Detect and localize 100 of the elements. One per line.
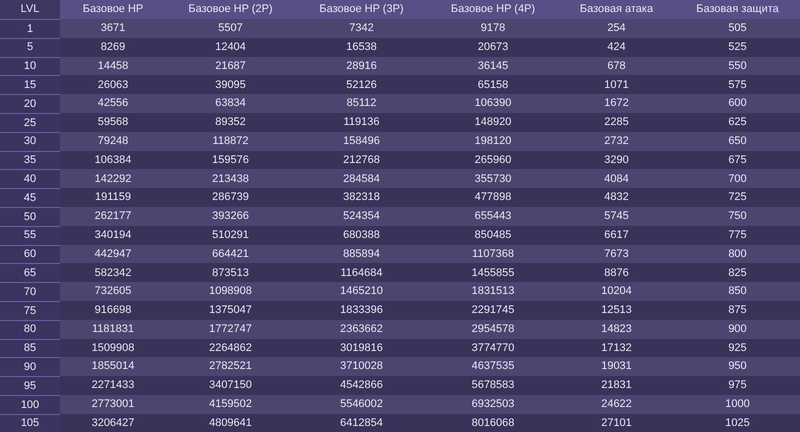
table-cell-text: 265960 bbox=[474, 152, 512, 168]
table-cell-text: 1672 bbox=[603, 96, 630, 112]
table-cell-text: 680388 bbox=[342, 228, 381, 243]
table-cell-text: 524354 bbox=[342, 209, 381, 224]
table-cell-text: 873513 bbox=[211, 266, 250, 280]
table-cell-text: 916698 bbox=[94, 303, 132, 318]
column-header: Базовая атака bbox=[578, 2, 654, 18]
table-cell-text: 17132 bbox=[600, 340, 633, 356]
table-cell: 85 bbox=[0, 338, 60, 358]
table-cell: 45 bbox=[0, 188, 60, 207]
table-cell-text: 262177 bbox=[94, 209, 132, 224]
table-cell-text: 2291745 bbox=[470, 303, 516, 318]
table-cell-text: 28916 bbox=[345, 58, 378, 74]
table-cell-text: 286739 bbox=[211, 190, 250, 206]
table-cell-text: 850 bbox=[727, 284, 748, 300]
table-cell-text: 63834 bbox=[214, 96, 247, 112]
table-cell-text: 213438 bbox=[211, 172, 250, 187]
table-cell-text: 5546002 bbox=[339, 397, 384, 412]
table-cell: 20 bbox=[0, 94, 60, 113]
column-header: Базовое HP (4P) bbox=[450, 2, 536, 18]
table-cell-text: 664421 bbox=[211, 246, 250, 262]
table-cell-text: 284584 bbox=[342, 172, 381, 187]
table-cell-text: 800 bbox=[727, 246, 748, 262]
table-cell-text: 26063 bbox=[96, 78, 130, 93]
table-cell-text: 2271433 bbox=[90, 378, 136, 394]
table-cell-text: 2782521 bbox=[208, 359, 253, 374]
table-cell-text: 106384 bbox=[94, 152, 132, 168]
table-cell-text: 5507 bbox=[217, 21, 244, 36]
table-cell-text: 6932503 bbox=[470, 397, 516, 412]
table-cell-text: 477898 bbox=[474, 190, 512, 206]
table-cell-text: 2264862 bbox=[208, 340, 253, 356]
table-cell-text: 20673 bbox=[476, 40, 510, 55]
table-cell: 5 bbox=[0, 38, 60, 57]
table-cell: 50 bbox=[0, 206, 60, 226]
table-cell: 25 bbox=[0, 112, 60, 132]
table-cell-text: 442947 bbox=[94, 246, 132, 262]
table-cell-text: 85112 bbox=[346, 96, 378, 112]
table-cell-text: 2773001 bbox=[90, 397, 136, 412]
table-cell-text: 1375047 bbox=[208, 303, 253, 318]
table-cell-text: 119136 bbox=[342, 115, 380, 130]
column-header: Базовое HP bbox=[82, 2, 144, 18]
table-cell-text: 382318 bbox=[342, 190, 381, 206]
table-cell-text: 510291 bbox=[211, 228, 250, 243]
table-cell-text: 2285 bbox=[603, 115, 630, 130]
table-cell-text: 4159502 bbox=[208, 397, 253, 412]
table-cell: 35 bbox=[0, 150, 60, 170]
table-cell-text: 36145 bbox=[476, 58, 510, 74]
table-cell-text: 254 bbox=[606, 21, 627, 36]
table-cell-text: 424 bbox=[606, 40, 627, 55]
table-cell-text: 875 bbox=[727, 303, 748, 318]
table-cell-text: 106390 bbox=[474, 96, 512, 112]
table-cell-text: 158496 bbox=[342, 134, 381, 149]
table-cell-text: 118872 bbox=[212, 134, 250, 149]
table-cell-text: 355730 bbox=[474, 172, 512, 187]
table-cell-text: 59568 bbox=[96, 115, 130, 130]
table-cell: 70 bbox=[0, 282, 60, 301]
table-cell-text: 750 bbox=[727, 209, 748, 224]
table-cell-text: 393266 bbox=[211, 209, 250, 224]
table-cell: 80 bbox=[0, 320, 60, 339]
table-cell-text: 52126 bbox=[345, 78, 378, 93]
table-cell-text: 950 bbox=[727, 359, 748, 374]
table-cell-text: 732605 bbox=[94, 284, 132, 300]
column-header: Базовая защита bbox=[695, 2, 780, 18]
table-cell-text: 582342 bbox=[94, 266, 132, 280]
table-cell-text: 3019816 bbox=[339, 340, 384, 356]
table-cell-text: 1831513 bbox=[470, 284, 516, 300]
table-cell-text: 4832 bbox=[603, 190, 630, 206]
table-cell-text: 4637535 bbox=[470, 359, 516, 374]
table-cell-text: 1465210 bbox=[339, 284, 384, 300]
table-cell-text: 10204 bbox=[600, 284, 633, 300]
table-cell-text: 900 bbox=[727, 322, 748, 337]
table-cell-text: 24622 bbox=[600, 397, 633, 412]
table-cell-text: 550 bbox=[727, 58, 748, 74]
table-cell: 90 bbox=[0, 357, 60, 376]
table-cell-text: 1181831 bbox=[90, 322, 135, 337]
table-cell-text: 1855014 bbox=[90, 359, 136, 374]
table-cell-text: 6617 bbox=[603, 228, 630, 243]
table-cell-text: 5745 bbox=[603, 209, 630, 224]
table-cell-text: 600 bbox=[727, 96, 748, 112]
table-cell-text: 2954578 bbox=[470, 322, 516, 337]
table-cell-text: 3710028 bbox=[339, 359, 384, 374]
table-cell-text: 198120 bbox=[474, 134, 512, 149]
table-cell-text: 1098908 bbox=[208, 284, 253, 300]
table-cell: 30 bbox=[0, 132, 60, 151]
table-cell-text: 1509908 bbox=[90, 340, 136, 356]
table-cell-text: 1000 bbox=[724, 397, 751, 412]
table-cell-text: 725 bbox=[727, 190, 748, 206]
table-cell-text: 39095 bbox=[214, 78, 247, 93]
table-cell-text: 8269 bbox=[100, 40, 126, 55]
table-cell-text: 655443 bbox=[474, 209, 512, 224]
table-cell-text: 19031 bbox=[600, 359, 633, 374]
table-cell-text: 212768 bbox=[342, 152, 381, 168]
table-cell-text: 505 bbox=[727, 21, 748, 36]
table-cell-text: 675 bbox=[727, 152, 748, 168]
table-cell-text: 1772747 bbox=[208, 322, 253, 337]
column-header: Базовое HP (3P) bbox=[318, 2, 405, 18]
table-cell-text: 2732 bbox=[603, 134, 630, 149]
table-cell-text: 3774770 bbox=[470, 340, 516, 356]
table-cell-text: 9178 bbox=[480, 21, 506, 36]
table-cell: 15 bbox=[0, 75, 60, 94]
